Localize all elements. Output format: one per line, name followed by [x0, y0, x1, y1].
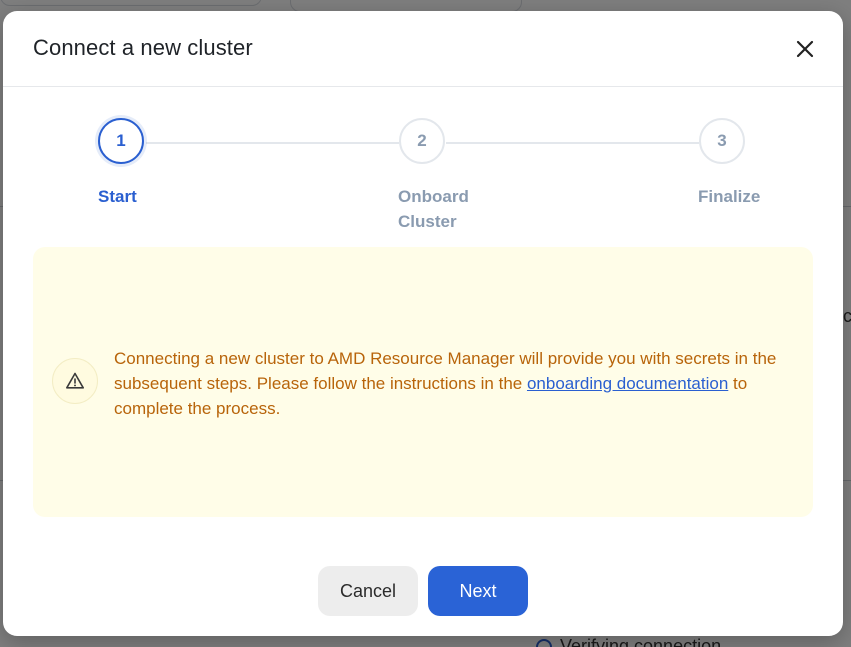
close-button[interactable] [791, 35, 819, 63]
stepper: 1 2 3 Start Onboard Cluster Finalize [3, 86, 843, 246]
step-connector [446, 142, 699, 144]
dialog-header: Connect a new cluster [3, 11, 843, 87]
close-icon [796, 40, 814, 58]
warning-icon [52, 358, 98, 404]
step-3-label: Finalize [698, 187, 761, 206]
alert-message: Connecting a new cluster to AMD Resource… [114, 346, 794, 421]
step-1-indicator: 1 [98, 118, 144, 164]
step-3-indicator: 3 [699, 118, 745, 164]
info-alert: Connecting a new cluster to AMD Resource… [33, 247, 813, 517]
onboarding-documentation-link[interactable]: onboarding documentation [527, 374, 728, 393]
next-button[interactable]: Next [428, 566, 528, 616]
warning-triangle-icon [66, 372, 84, 389]
step-1-label: Start [98, 187, 137, 206]
step-connector [146, 142, 399, 144]
step-2-label: Onboard Cluster [398, 187, 469, 231]
step-2-indicator: 2 [399, 118, 445, 164]
cancel-button[interactable]: Cancel [318, 566, 418, 616]
dialog-title: Connect a new cluster [33, 35, 253, 60]
connect-cluster-dialog: Connect a new cluster 1 2 3 Start Onboar… [3, 11, 843, 636]
